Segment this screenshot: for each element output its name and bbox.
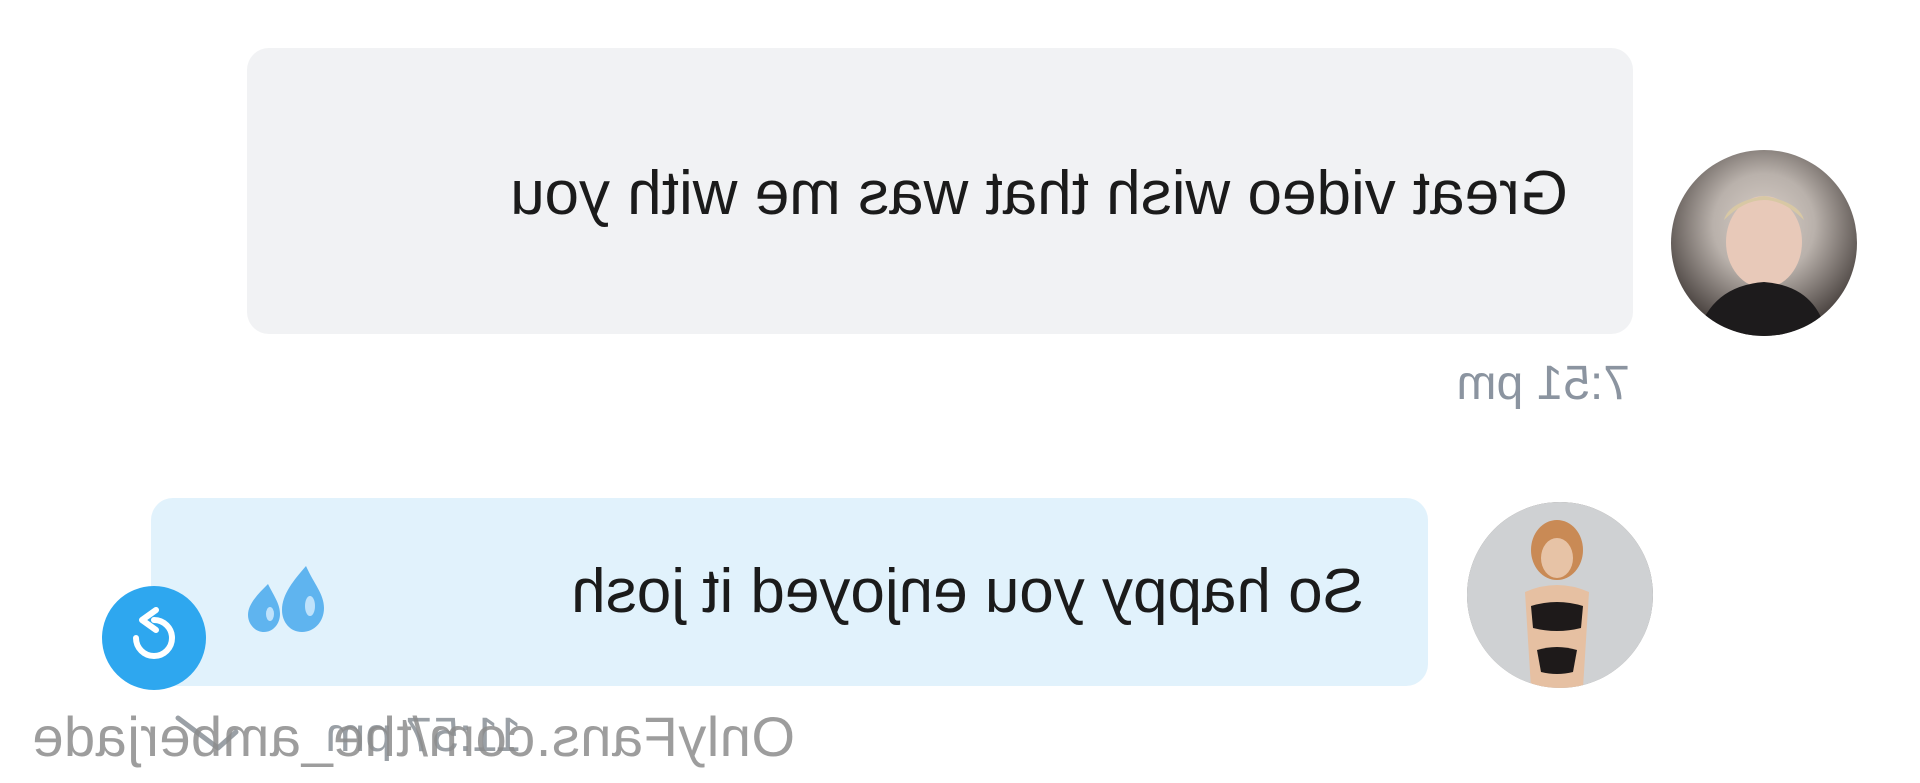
- avatar-image: [1697, 196, 1827, 336]
- message-text: So happy you enjoyed it josh: [571, 557, 1364, 626]
- forward-arrow-icon: [133, 607, 175, 659]
- sender-avatar[interactable]: [1671, 150, 1857, 336]
- droplets-icon: [248, 566, 324, 632]
- chat-view: Great video wish that was me with you 7:…: [0, 0, 1920, 783]
- message-timestamp: 7:51 pm: [1456, 357, 1630, 410]
- creator-avatar[interactable]: [1467, 502, 1653, 688]
- watermark-text: OnlyFans.com/the_amberjade: [31, 705, 795, 768]
- forward-button[interactable]: [102, 586, 206, 690]
- message-text: Great video wish that was me with you: [510, 159, 1568, 228]
- message-bubble-outgoing[interactable]: So happy you enjoyed it josh: [151, 498, 1428, 686]
- avatar-image: [1467, 502, 1653, 688]
- message-bubble-incoming[interactable]: Great video wish that was me with you: [247, 48, 1633, 334]
